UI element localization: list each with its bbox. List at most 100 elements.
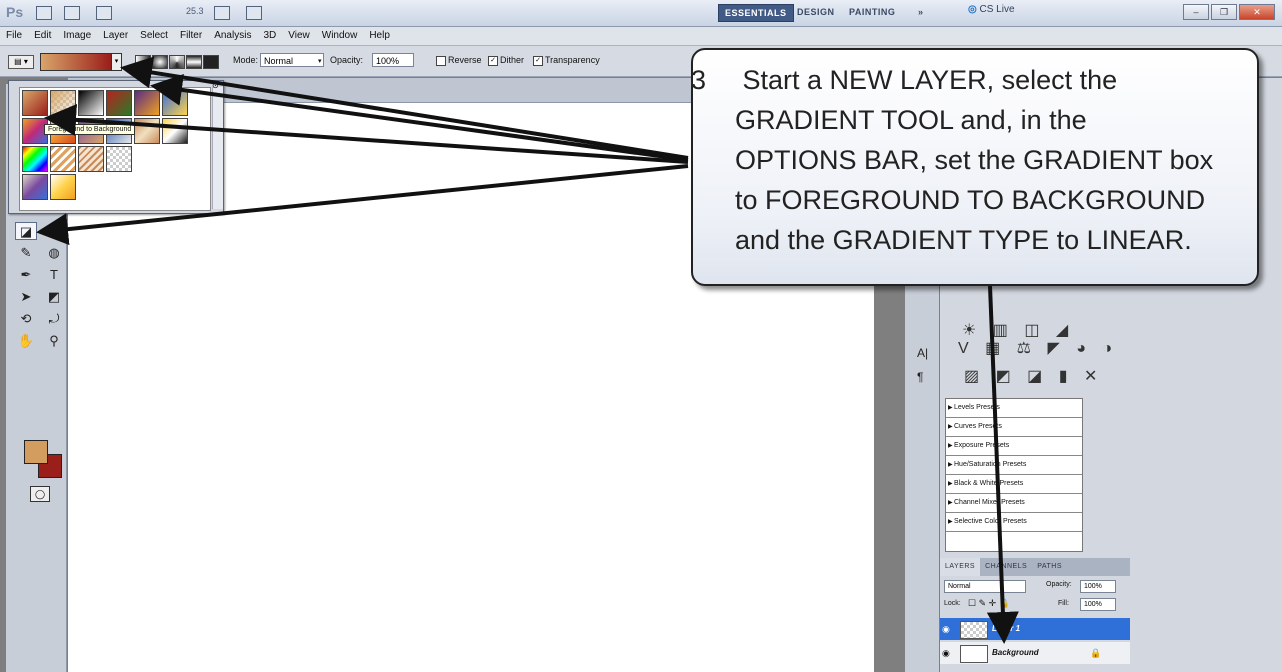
type-tool-icon[interactable]: T [43,266,65,284]
diamond-gradient-button[interactable] [203,55,219,69]
menu-help[interactable]: Help [363,27,396,45]
hand-tool-icon[interactable]: ✋ [15,332,37,350]
picker-menu-icon[interactable]: ⊙ [212,81,219,90]
arrange-documents-icon[interactable] [214,6,230,20]
workspace-design[interactable]: DESIGN [797,4,835,20]
dither-label: Dither [500,55,525,65]
opacity-input[interactable]: 100% [372,53,414,67]
angle-gradient-button[interactable] [169,55,185,69]
transparency-checkbox[interactable]: ✓ Transparency [533,55,600,66]
view-extras-icon[interactable] [96,6,112,20]
visibility-eye-icon[interactable]: ◉ [942,642,950,664]
menu-layer[interactable]: Layer [97,27,134,45]
gradient-swatch[interactable] [50,174,76,200]
reflected-gradient-button[interactable] [186,55,202,69]
pen-tool-icon[interactable]: ✒ [15,266,37,284]
tool-preset-picker[interactable]: ▤ ▾ [8,55,34,69]
preset-item[interactable]: ▶ Curves Presets [946,418,1082,437]
lock-icon[interactable]: ☐ ✎ ✛ 🔒 [968,598,1010,609]
blend-mode-select[interactable]: Normal [944,580,1026,593]
menu-filter[interactable]: Filter [174,27,208,45]
zoom-level[interactable]: 25.3 [186,6,204,16]
layer-thumbnail [960,621,988,639]
layer-row-selected[interactable]: ◉ Layer 1 [940,618,1130,640]
preset-item[interactable]: ▶ Black & White Presets [946,475,1082,494]
menu-view[interactable]: View [282,27,316,45]
preset-item[interactable]: ▶ Selective Color Presets [946,513,1082,532]
screen-mode-icon[interactable] [246,6,262,20]
zoom-tool-icon[interactable]: ⚲ [43,332,65,350]
radial-gradient-button[interactable] [152,55,168,69]
adjustment-icons-row-2[interactable]: V ▦ ⚖ ◤ ◕ ◑ [958,338,1118,358]
dither-check-icon: ✓ [488,55,498,66]
expand-arrow-icon: ▶ [948,424,953,430]
gradient-swatch-fg-to-bg[interactable] [22,90,48,116]
character-panel-icon[interactable]: A| [917,346,928,360]
preset-label: Levels Presets [954,404,1000,411]
gradient-dropdown-arrow-icon[interactable]: ▾ [111,53,122,71]
dither-checkbox[interactable]: ✓ Dither [488,55,524,66]
preset-item[interactable]: ▶ Levels Presets [946,399,1082,418]
fill-input[interactable]: 100% [1080,598,1116,611]
paragraph-panel-icon[interactable]: ¶ [917,370,923,384]
bridge-icon[interactable] [36,6,52,20]
close-icon[interactable]: ✕ [1239,4,1275,20]
window-controls: – ❐ ✕ [1183,4,1275,20]
linear-gradient-button[interactable] [135,55,151,69]
gradient-swatch[interactable] [50,90,76,116]
gradient-picker-scrollbar[interactable] [212,87,223,209]
gradient-swatch[interactable] [22,146,48,172]
gradient-swatch[interactable] [50,146,76,172]
dodge-tool-icon[interactable]: ✎ [15,244,37,262]
cs-live-button[interactable]: ◎ CS Live [968,4,1015,15]
3d-orbit-icon[interactable]: ⤾ [43,310,65,328]
layer-opacity-input[interactable]: 100% [1080,580,1116,593]
path-selection-icon[interactable]: ➤ [15,288,37,306]
preset-item[interactable]: ▶ Hue/Saturation Presets [946,456,1082,475]
restore-icon[interactable]: ❐ [1211,4,1237,20]
gradient-swatch[interactable] [78,90,104,116]
foreground-color-swatch[interactable] [24,440,48,464]
workspace-painting[interactable]: PAINTING [849,4,895,20]
mini-bridge-icon[interactable] [64,6,80,20]
adjustment-icons-row-3[interactable]: ▨ ◩ ◪ ▮ ✕ [964,366,1103,386]
menu-window[interactable]: Window [316,27,364,45]
layer-row[interactable]: ◉ Background 🔒 [940,642,1130,664]
gradient-swatch[interactable] [78,146,104,172]
callout-text: 3 Start a NEW LAYER, select the GRADIENT… [691,60,1253,260]
gradient-swatch[interactable] [162,118,188,144]
menu-image[interactable]: Image [57,27,97,45]
menu-file[interactable]: File [0,27,28,45]
menu-3d[interactable]: 3D [257,27,282,45]
mode-select-arrow-icon[interactable]: ▾ [318,57,322,65]
preset-item[interactable]: ▶ Channel Mixer Presets [946,494,1082,513]
more-workspaces-button[interactable]: » [918,4,924,20]
gradient-swatch[interactable] [162,90,188,116]
3d-rotate-icon[interactable]: ⟲ [15,310,37,328]
mode-select[interactable]: Normal [260,53,324,67]
callout-line-text: OPTIONS BAR, set the GRADIENT box [735,145,1214,175]
menu-select[interactable]: Select [134,27,174,45]
gradient-swatch[interactable] [134,118,160,144]
gradient-swatch[interactable] [106,146,132,172]
paint-bucket-icon[interactable]: ◧ [43,222,65,240]
menu-edit[interactable]: Edit [28,27,57,45]
tab-channels[interactable]: CHANNELS [980,558,1032,576]
gradient-box[interactable] [40,53,112,71]
shape-tool-icon[interactable]: ◩ [43,288,65,306]
gradient-tool-icon[interactable]: ◪ [15,222,37,240]
gradient-swatch[interactable] [22,174,48,200]
tab-paths[interactable]: PATHS [1032,558,1067,576]
reverse-checkbox[interactable]: Reverse [436,55,482,66]
minimize-icon[interactable]: – [1183,4,1209,20]
gradient-swatch[interactable] [106,90,132,116]
menu-analysis[interactable]: Analysis [208,27,257,45]
blur-tool-icon[interactable]: ◍ [43,244,65,262]
visibility-eye-icon[interactable]: ◉ [942,618,950,640]
adjustment-icons-row-1[interactable]: ☀ ▥ ◫ ◢ [962,320,1074,340]
quick-mask-icon[interactable]: ◯ [30,486,50,502]
gradient-swatch[interactable] [134,90,160,116]
workspace-essentials[interactable]: ESSENTIALS [718,4,794,22]
preset-item[interactable]: ▶ Exposure Presets [946,437,1082,456]
tab-layers[interactable]: LAYERS [940,558,981,576]
